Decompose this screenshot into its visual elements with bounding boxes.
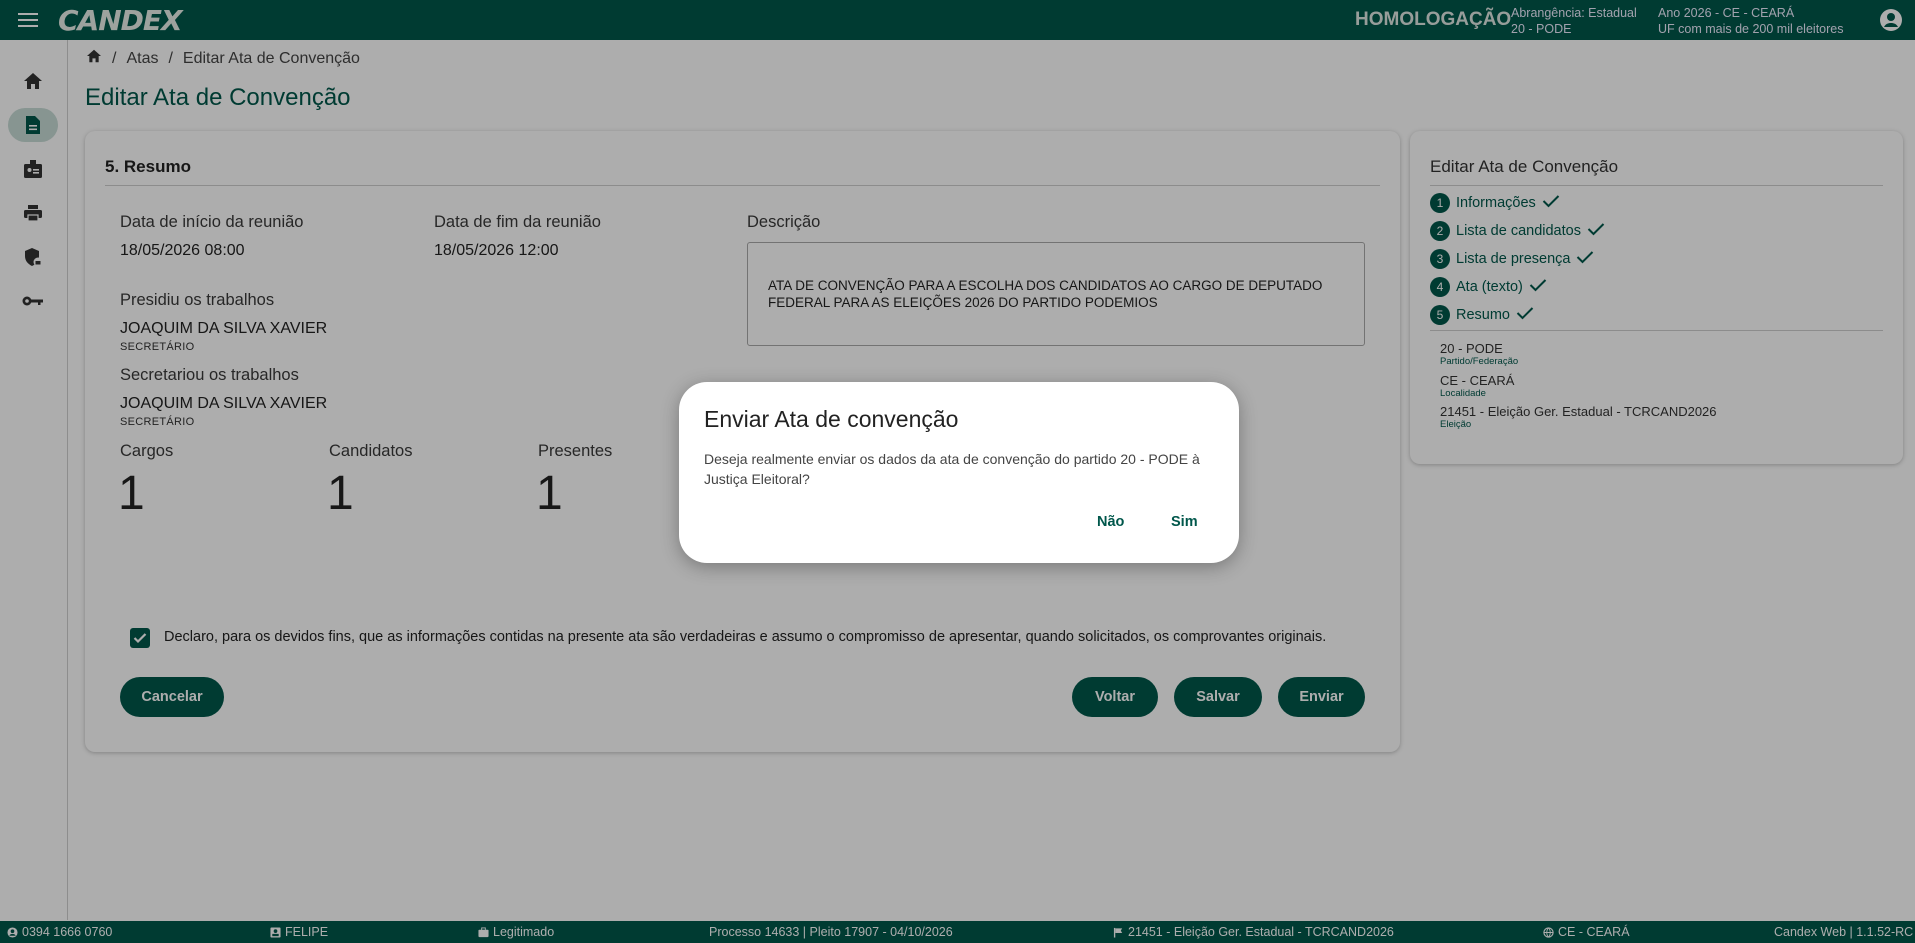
dialog-no-button[interactable]: Não <box>1097 514 1124 530</box>
dialog-title: Enviar Ata de convenção <box>704 406 959 432</box>
dialog-yes-button[interactable]: Sim <box>1171 514 1198 530</box>
dialog-message: Deseja realmente enviar os dados da ata … <box>704 451 1200 487</box>
confirm-dialog: Enviar Ata de convenção Deseja realmente… <box>679 382 1239 563</box>
